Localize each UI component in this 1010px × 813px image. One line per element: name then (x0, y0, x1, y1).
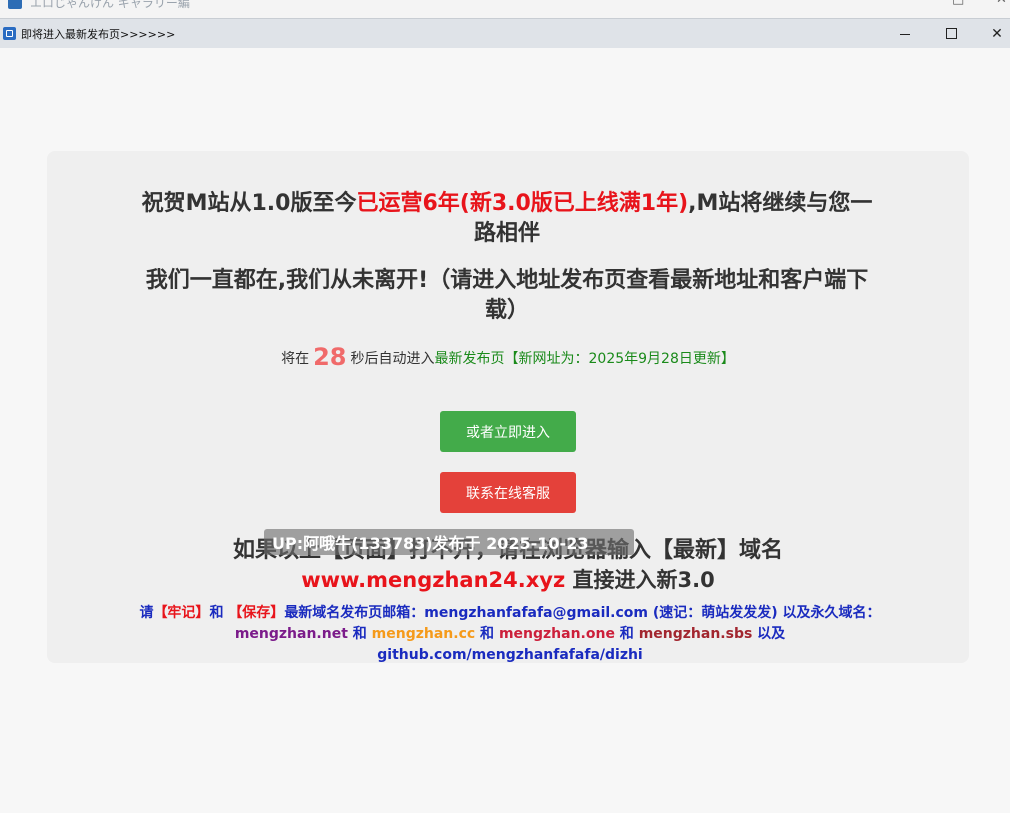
notice-and: 和 (475, 626, 499, 642)
maximize-icon (945, 28, 957, 39)
countdown-prefix: 将在 (281, 351, 310, 367)
domain-notice: 请【牢记】和 【保存】最新域名发布页邮箱：mengzhanfafafa@gmai… (105, 603, 915, 666)
countdown-line: 将在 28 秒后自动进入最新发布页【新网址为：2025年9月28日更新】 (47, 343, 969, 371)
domain-cc-link[interactable]: mengzhan.cc (372, 626, 476, 642)
close-button[interactable]: ✕ (974, 19, 1010, 48)
countdown-seconds: 28 (313, 343, 347, 371)
notice-save: 【保存】 (228, 605, 285, 621)
minimize-icon (900, 33, 910, 35)
domain-line-suffix: 直接进入新3.0 (565, 568, 715, 592)
headline-highlight: 已运营6年(新3.0版已上线满1年) (356, 191, 689, 216)
minimize-button[interactable] (882, 19, 928, 48)
enter-now-button[interactable]: 或者立即进入 (440, 411, 576, 452)
notice-email-text: 最新域名发布页邮箱：mengzhanfafafa@gmail.com (速记：萌… (284, 605, 881, 621)
uploader-watermark: UP:阿哦牛(133783)发布于 2025-10-23 (264, 529, 634, 555)
domain-net-link[interactable]: mengzhan.net (235, 626, 348, 642)
domain-line: www.mengzhan24.xyz 直接进入新3.0 (47, 564, 969, 594)
headline-still-here: 我们一直都在,我们从未离开!（请进入地址发布页查看最新地址和客户端下载） (145, 268, 869, 323)
window-titlebar: 即将进入最新发布页>>>>>> ✕ (0, 18, 1010, 48)
announcement-card: 祝贺M站从1.0版至今已运营6年(新3.0版已上线满1年),M站将继续与您一路相… (47, 151, 969, 663)
notice-remember: 【牢记】 (153, 605, 210, 621)
notice-and: 和 (614, 626, 639, 642)
headline-anniversary: 祝贺M站从1.0版至今已运营6年(新3.0版已上线满1年),M站将继续与您一路相… (137, 189, 877, 249)
contact-support-button[interactable]: 联系在线客服 (440, 472, 576, 513)
notice-text: 和 (209, 605, 229, 621)
release-page-link[interactable]: 最新发布页【新网址为：2025年9月28日更新】 (435, 351, 735, 367)
close-icon: ✕ (991, 25, 1003, 42)
background-minimize-icon[interactable]: — (908, 0, 921, 7)
countdown-middle: 秒后自动进入 (350, 351, 435, 367)
window-title: 即将进入最新发布页>>>>>> (21, 28, 176, 41)
background-window-bar: エロじゃんけん ギャラリー編 — □ ✕ (0, 0, 1010, 18)
notice-and: 和 (347, 626, 372, 642)
domain-sbs-link[interactable]: mengzhan.sbs (639, 626, 753, 642)
domain-one-link[interactable]: mengzhan.one (499, 626, 615, 642)
background-window-title: エロじゃんけん ギャラリー編 (30, 0, 190, 10)
headline-prefix: 祝贺M站从1.0版至今 (141, 191, 357, 216)
background-close-icon[interactable]: ✕ (996, 0, 1007, 7)
latest-domain-link[interactable]: www.mengzhan24.xyz (301, 568, 565, 592)
background-app-icon (8, 0, 22, 9)
maximize-button[interactable] (928, 19, 974, 48)
notice-text: 请 (139, 605, 154, 621)
background-maximize-icon[interactable]: □ (952, 0, 964, 7)
app-icon (3, 27, 16, 40)
